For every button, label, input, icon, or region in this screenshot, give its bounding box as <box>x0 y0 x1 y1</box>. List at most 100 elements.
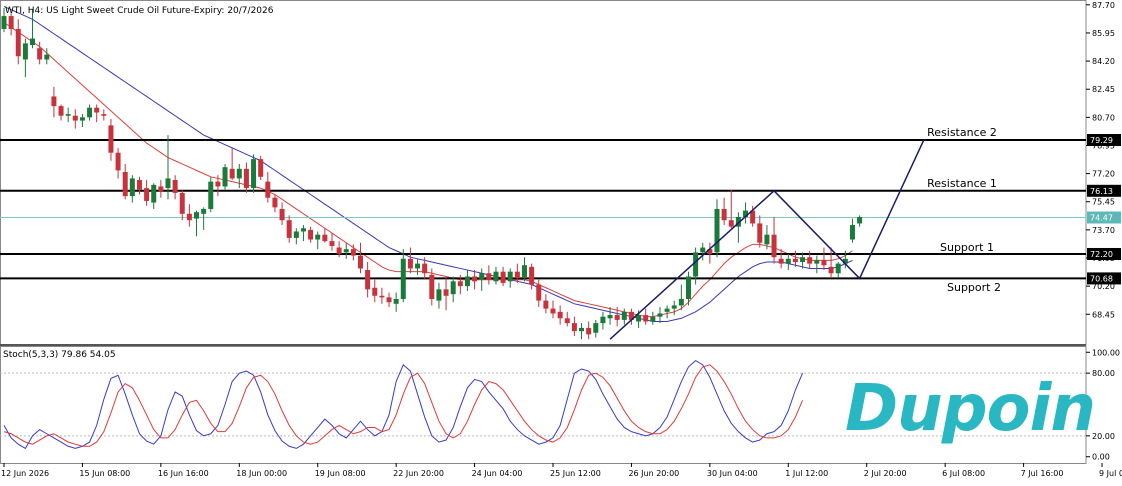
candle-body <box>543 300 549 309</box>
time-tick-label: 24 Jun 04:00 <box>472 469 523 478</box>
candle-body <box>857 217 863 224</box>
candle-body <box>807 257 813 264</box>
candle-body <box>464 276 470 287</box>
current-price-badge-text: 74.47 <box>1090 213 1113 222</box>
time-tick-label: 15 Jun 08:00 <box>79 469 130 478</box>
candle-body <box>201 208 207 214</box>
candle-body <box>336 247 342 254</box>
candle-body <box>208 181 214 209</box>
stoch-tick-label: 100.00 <box>1092 348 1120 357</box>
candle-body <box>22 43 28 60</box>
candle-body <box>272 197 278 208</box>
candle-body <box>764 234 770 245</box>
candle-body <box>322 234 328 242</box>
candle-body <box>607 315 613 319</box>
candle-body <box>365 270 371 290</box>
candle-body <box>650 316 656 322</box>
candle-body <box>685 276 691 299</box>
time-tick-label: 2 Jul 20:00 <box>864 469 907 478</box>
level-label: Resistance 1 <box>927 177 997 190</box>
candle-body <box>415 263 421 269</box>
candle-body <box>521 265 527 279</box>
candle-body <box>258 159 264 177</box>
price-tick-label: 84.20 <box>1092 57 1115 66</box>
candle-body <box>251 159 257 189</box>
candle-body <box>236 168 242 179</box>
candle-body <box>657 313 663 317</box>
candle-body <box>771 234 777 258</box>
candle-body <box>115 152 121 171</box>
price-tick-label: 87.70 <box>1092 1 1115 10</box>
candle-body <box>493 271 499 282</box>
candle-body <box>136 180 142 190</box>
candle-body <box>343 249 349 253</box>
time-tick-label: 16 Jun 16:00 <box>158 469 209 478</box>
time-tick-label: 22 Jun 20:00 <box>393 469 444 478</box>
candle-body <box>58 106 64 116</box>
candle-body <box>279 208 285 221</box>
candle-body <box>728 220 734 227</box>
candle-body <box>450 281 456 295</box>
time-tick-label: 25 Jun 12:00 <box>550 469 601 478</box>
candle-body <box>215 181 221 187</box>
candle-body <box>79 117 85 121</box>
candle-body <box>550 308 556 314</box>
candle-body <box>757 223 763 243</box>
candle-body <box>821 260 827 266</box>
candle-body <box>400 258 406 299</box>
time-tick-label: 7 Jul 16:00 <box>1021 469 1064 478</box>
candle-body <box>1 16 7 29</box>
candle-body <box>814 260 820 264</box>
candle-body <box>407 258 413 269</box>
candle-body <box>186 213 192 221</box>
candle-body <box>472 276 478 282</box>
candle-body <box>529 266 535 285</box>
candle-body <box>557 311 563 319</box>
candle-body <box>671 305 677 309</box>
candle-body <box>800 257 806 263</box>
candle-body <box>286 220 292 238</box>
candle-body <box>308 229 314 240</box>
candle-body <box>8 16 14 29</box>
candle-body <box>122 172 128 197</box>
candle-body <box>571 323 577 332</box>
candle-body <box>379 295 385 298</box>
time-tick-label: 1 Jul 12:00 <box>785 469 828 478</box>
candle-body <box>300 228 306 232</box>
candle-body <box>714 208 720 253</box>
price-tick-label: 82.45 <box>1092 85 1115 94</box>
candle-body <box>507 271 513 282</box>
candle-body <box>700 247 706 253</box>
candle-body <box>293 231 299 238</box>
candle-body <box>372 287 378 296</box>
price-tick-label: 80.70 <box>1092 113 1115 122</box>
candle-body <box>678 298 684 306</box>
candle-body <box>593 323 599 333</box>
candle-body <box>849 225 855 240</box>
candle-body <box>44 54 50 60</box>
candle-body <box>37 48 43 60</box>
candle-body <box>179 192 185 214</box>
candle-body <box>693 252 699 277</box>
candle-body <box>486 273 492 280</box>
candle-body <box>436 289 442 301</box>
candle-body <box>386 297 392 303</box>
candle-body <box>358 255 363 269</box>
candle-body <box>165 178 171 189</box>
price-tick-label: 73.70 <box>1092 226 1115 235</box>
stoch-tick-label: 80.00 <box>1092 369 1115 378</box>
time-tick-label: 19 Jun 08:00 <box>315 469 366 478</box>
candle-body <box>564 318 570 324</box>
stoch-tick-label: 0.00 <box>1092 453 1110 462</box>
candle-body <box>443 289 449 296</box>
candle-body <box>194 212 200 219</box>
level-price-badge-text: 79.29 <box>1090 136 1113 145</box>
candle-body <box>243 168 249 189</box>
level-price-badge-text: 70.68 <box>1090 274 1113 283</box>
candle-body <box>229 168 235 179</box>
price-tick-label: 85.95 <box>1092 29 1115 38</box>
panel-separator <box>0 344 1086 346</box>
candle-body <box>350 249 356 256</box>
candle-body <box>222 167 228 187</box>
candle-body <box>30 38 36 46</box>
